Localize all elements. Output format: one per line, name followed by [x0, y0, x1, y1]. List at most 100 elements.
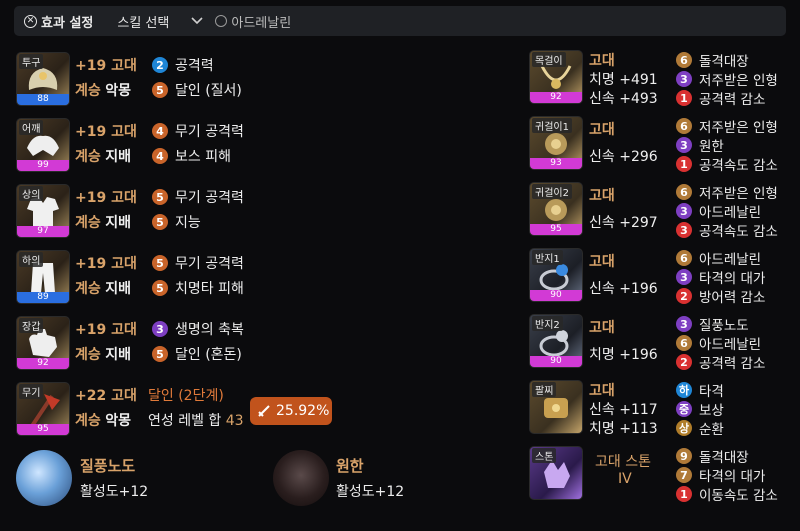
accessory-necklace[interactable]: 목걸이 92 고대 치명 +491 신속 +493 6 돌격대장 3 저주받은 인형…	[529, 48, 789, 108]
effect-row: 1 이동속도 감소	[676, 484, 778, 504]
slot-label: 귀걸이1	[532, 118, 572, 133]
pants-icon: 하의 89	[16, 250, 70, 304]
effect-name: 저주받은 인형	[699, 186, 778, 202]
slot-label: 하의	[19, 252, 44, 267]
quality-bar: 88	[17, 94, 69, 105]
earring-icon: 귀걸이1 93	[529, 116, 583, 170]
effect-row: 3 저주받은 인형	[676, 69, 778, 89]
effect-row: 2 공격력 감소	[676, 352, 765, 372]
ring-icon: 반지2 90	[529, 314, 583, 368]
level-sum-label: 연성 레벨 합	[148, 413, 222, 429]
level-sum: 연성 레벨 합 43	[148, 410, 244, 430]
effect-name: 보상	[699, 403, 724, 419]
effects-settings-label: 효과 설정	[41, 15, 94, 31]
accessory-earring-2[interactable]: 귀걸이2 95 고대 신속 +297 6 저주받은 인형 3 아드레날린 3 공격속도…	[529, 180, 789, 240]
effect-name: 저주받은 인형	[699, 120, 778, 136]
quality-bar: 89	[17, 292, 69, 303]
stat-value: 치명 +196	[589, 347, 658, 363]
effect-name: 공격속도 감소	[699, 158, 778, 174]
grade-label: 고대	[589, 320, 615, 336]
effect-row: 3 질풍노도	[676, 314, 749, 334]
slot-label: 투구	[19, 54, 44, 69]
sword-icon	[258, 405, 270, 417]
adrenaline-radio[interactable]: 아드레날린	[203, 12, 291, 31]
level-badge: 6	[676, 118, 692, 134]
grade-label: 고대	[589, 188, 615, 204]
grade-label: 고대	[589, 254, 615, 270]
armor-item-bottom[interactable]: 하의 89 +19 고대 계승 지배 5 무기 공격력 5 치명타 피해	[16, 250, 346, 306]
chevron-down-icon	[191, 15, 203, 28]
radio-circle[interactable]	[215, 15, 228, 27]
effect-row: 2 공격력	[152, 55, 214, 75]
effect-name: 무기 공격력	[175, 256, 244, 272]
level-badge: 4	[152, 148, 168, 164]
skill-select-dropdown[interactable]: 스킬 선택	[117, 12, 203, 31]
level-badge: 3	[676, 269, 692, 285]
effect-row: 3 아드레날린	[676, 201, 761, 221]
effect-row: 1 공격력 감소	[676, 88, 765, 108]
succession-info: 계승 악몽	[75, 410, 131, 430]
accessory-bracelet[interactable]: 팔찌 고대 신속 +117 치명 +113 하 타격 중 보상 상 순환	[529, 378, 789, 438]
slot-label: 장갑	[19, 318, 44, 333]
level-badge: 1	[676, 486, 692, 502]
stone-tier: IV	[618, 471, 632, 487]
accessory-ring-1[interactable]: 반지1 90 고대 신속 +196 6 아드레날린 3 타격의 대가 2 방어력 감소	[529, 246, 789, 306]
succession-label: 계승	[75, 413, 101, 429]
rune-item-1[interactable]: 질풍노도 활성도+12	[16, 448, 216, 508]
upgrade-level: +19 고대	[75, 190, 137, 206]
upgrade-level: +22 고대	[75, 388, 137, 404]
level-badge: 상	[676, 420, 692, 436]
stat-value: 신속 +493	[589, 91, 658, 107]
effect-name: 타격의 대가	[699, 469, 766, 485]
level-badge: 3	[676, 203, 692, 219]
rune-item-2[interactable]: 원한 활성도+12	[273, 448, 473, 508]
effect-name: 타격	[699, 384, 724, 400]
stat-value: 신속 +196	[589, 281, 658, 297]
effect-name: 생명의 축복	[175, 322, 244, 338]
accessory-ability-stone[interactable]: 스톤 고대 스톤 IV 9 돌격대장 7 타격의 대가 1 이동속도 감소	[529, 444, 789, 504]
upgrade-level: +19 고대	[75, 124, 137, 140]
succession-info: 계승 지배	[75, 278, 131, 298]
effect-row: 5 달인 (질서)	[152, 80, 242, 100]
accessory-ring-2[interactable]: 반지2 90 고대 치명 +196 3 질풍노도 6 아드레날린 2 공격력 감소	[529, 312, 789, 372]
succession-info: 계승 지배	[75, 212, 131, 232]
ring-icon: 반지1 90	[529, 248, 583, 302]
effect-name: 아드레날린	[699, 337, 762, 353]
effect-row: 6 저주받은 인형	[676, 116, 778, 136]
effect-row: 하 타격	[676, 380, 724, 400]
armor-item-top[interactable]: 상의 97 +19 고대 계승 지배 5 무기 공격력 5 지능	[16, 184, 346, 240]
level-badge: 5	[152, 255, 168, 271]
effect-name: 공격력 감소	[699, 92, 766, 108]
effect-name: 이동속도 감소	[699, 488, 778, 504]
armor-item-helmet[interactable]: 투구 88 +19 고대 계승 악몽 2 공격력 5 달인 (질서)	[16, 52, 346, 108]
armor-item-shoulder[interactable]: 어깨 99 +19 고대 계승 지배 4 무기 공격력 4 보스 피해	[16, 118, 346, 174]
effect-name: 공격력 감소	[699, 356, 766, 372]
effect-name: 지능	[175, 215, 201, 231]
level-badge: 6	[676, 250, 692, 266]
effect-row: 5 지능	[152, 212, 201, 232]
level-badge: 1	[676, 156, 692, 172]
effect-row: 1 공격속도 감소	[676, 154, 778, 174]
slot-label: 어깨	[19, 120, 44, 135]
armor-item-gloves[interactable]: 장갑 92 +19 고대 계승 지배 3 생명의 축복 5 달인 (혼돈)	[16, 316, 346, 372]
quality-bar: 97	[17, 226, 69, 237]
effect-row: 6 아드레날린	[676, 248, 761, 268]
set-name: 지배	[105, 347, 131, 363]
skill-select-label: 스킬 선택	[117, 15, 170, 31]
rune-value: 활성도+12	[80, 484, 149, 500]
gloves-icon: 장갑 92	[16, 316, 70, 370]
quality-bar: 90	[530, 290, 582, 301]
effect-row: 6 아드레날린	[676, 333, 761, 353]
chest-armor-icon: 상의 97	[16, 184, 70, 238]
quality-bar: 92	[530, 92, 582, 103]
stat-value: 신속 +297	[589, 215, 658, 231]
slot-label: 반지1	[532, 250, 563, 265]
effects-settings-button[interactable]: ✕ 효과 설정	[24, 12, 93, 31]
accessory-earring-1[interactable]: 귀걸이1 93 고대 신속 +296 6 저주받은 인형 3 원한 1 공격속도 감소	[529, 114, 789, 174]
grade-label: 고대 스톤	[595, 454, 651, 470]
effect-row: 5 무기 공격력	[152, 187, 244, 207]
level-badge: 2	[676, 354, 692, 370]
level-badge: 6	[676, 335, 692, 351]
grade-label: 고대	[589, 122, 615, 138]
succession-info: 계승 지배	[75, 344, 131, 364]
